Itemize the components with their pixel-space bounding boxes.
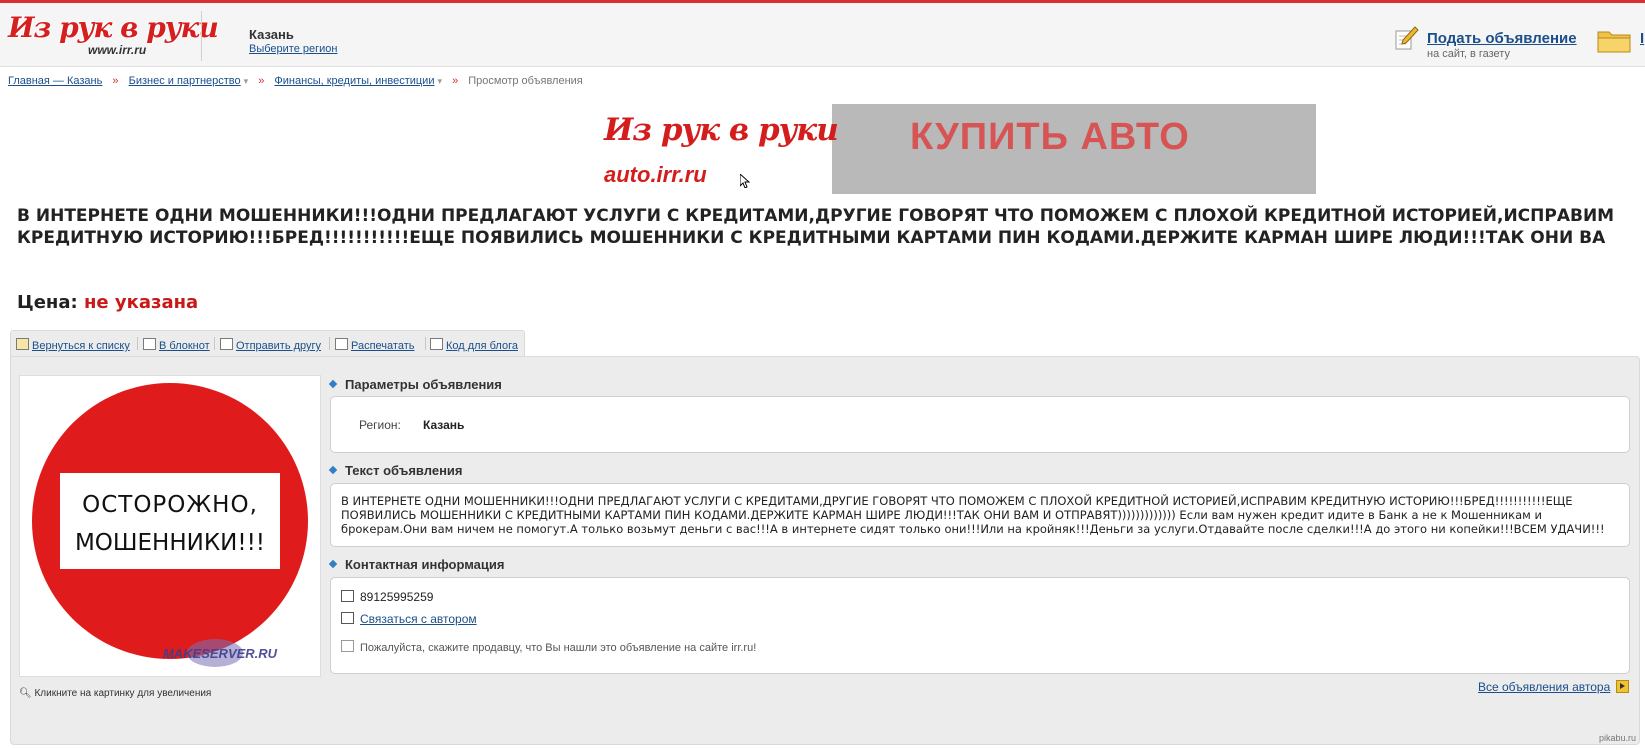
back-to-list-button[interactable]: Вернуться к списку xyxy=(16,338,130,352)
enlarge-hint-text: Кликните на картинку для увеличения xyxy=(34,688,212,699)
params-heading: Параметры объявления xyxy=(328,377,502,392)
breadcrumb-business[interactable]: Бизнес и партнерство xyxy=(129,75,241,87)
add-to-notebook-link[interactable]: В блокнот xyxy=(159,340,210,352)
header-divider xyxy=(201,11,202,61)
contact-author-link[interactable]: Связаться с автором xyxy=(360,612,477,626)
notice-row: Пожалуйста, скажите продавцу, что Вы наш… xyxy=(341,640,756,654)
phone-row: 89125995259 xyxy=(341,590,433,604)
plus-icon xyxy=(341,612,354,624)
site-logo[interactable]: Из рук в руки www.irr.ru xyxy=(8,11,219,59)
watermark-text: MAKESERVER.RU xyxy=(163,646,278,661)
price-label: Цена: xyxy=(17,292,78,313)
contact-heading: Контактная информация xyxy=(328,557,504,572)
price-value: не указана xyxy=(83,292,199,313)
toolbar-divider xyxy=(425,337,426,350)
submit-ad-link[interactable]: Подать объявление xyxy=(1427,30,1577,47)
choose-region-link[interactable]: Выберите регион xyxy=(249,43,337,55)
submit-ad-subtitle: на сайт, в газету xyxy=(1427,48,1510,60)
price-row: Цена: не указана xyxy=(17,292,198,313)
warning-sign-image: ОСТОРОЖНО, МОШЕННИКИ!!! MAKESERVER.RU xyxy=(32,383,308,667)
phone-number: 89125995259 xyxy=(360,590,434,604)
lightbulb-icon xyxy=(341,640,354,652)
all-author-ads-link[interactable]: Все объявления автора xyxy=(1478,680,1610,694)
sign-line-2: МОШЕННИКИ!!! xyxy=(75,530,265,556)
blog-code-link[interactable]: Код для блога xyxy=(446,340,518,352)
region-value: Казань xyxy=(423,418,465,432)
submit-ad-block: Подать объявление на сайт, в газету xyxy=(1393,25,1593,65)
print-button[interactable]: Распечатать xyxy=(335,338,414,352)
logo-text: Из рук в руки xyxy=(8,11,219,44)
breadcrumb: Главная — Казань » Бизнес и партнерство ▾… xyxy=(8,75,583,87)
pikabu-watermark: pikabu.ru xyxy=(1599,733,1637,743)
enlarge-hint[interactable]: 🔍︎ Кликните на картинку для увеличения xyxy=(19,688,211,699)
sign-line-1: ОСТОРОЖНО, xyxy=(82,492,258,518)
pencil-icon xyxy=(1395,26,1419,50)
add-to-notebook-button[interactable]: В блокнот xyxy=(143,338,210,352)
ad-body-text: В ИНТЕРНЕТЕ ОДНИ МОШЕННИКИ!!!ОДНИ ПРЕДЛА… xyxy=(341,494,1605,536)
toolbar-divider xyxy=(137,337,138,350)
breadcrumb-separator: » xyxy=(112,75,119,87)
contact-author-row[interactable]: Связаться с автором xyxy=(341,612,477,626)
banner-url: auto.irr.ru xyxy=(604,162,707,187)
banner-logo: Из рук в руки xyxy=(604,112,839,148)
arrow-right-icon[interactable] xyxy=(1616,680,1630,693)
breadcrumb-home[interactable]: Главная — Казань xyxy=(8,75,102,87)
params-box: Регион: Казань xyxy=(330,396,1630,453)
chevron-down-icon[interactable]: ▾ xyxy=(244,76,249,86)
breadcrumb-finance[interactable]: Финансы, кредиты, инвестиции xyxy=(274,75,434,87)
diamond-icon xyxy=(328,465,338,475)
magnifier-icon: 🔍︎ xyxy=(19,688,32,699)
back-icon xyxy=(16,338,29,350)
ad-photo[interactable]: ОСТОРОЖНО, МОШЕННИКИ!!! MAKESERVER.RU xyxy=(19,375,321,677)
region-label: Регион: xyxy=(359,418,401,432)
code-icon xyxy=(430,338,443,350)
breadcrumb-current: Просмотр объявления xyxy=(468,75,583,87)
site-header: Из рук в руки www.irr.ru Казань Выберите… xyxy=(0,3,1645,67)
printer-icon xyxy=(335,338,348,350)
folder-link[interactable]: I xyxy=(1640,30,1644,47)
mouse-cursor-icon xyxy=(740,174,750,188)
phone-icon xyxy=(341,590,354,602)
send-to-friend-button[interactable]: Отправить другу xyxy=(220,338,321,352)
diamond-icon xyxy=(328,379,338,389)
ad-title: В ИНТЕРНЕТЕ ОДНИ МОШЕННИКИ!!!ОДНИ ПРЕДЛА… xyxy=(17,206,1615,248)
toolbar-divider xyxy=(329,337,330,350)
logo-url: www.irr.ru xyxy=(88,43,147,57)
ad-toolbar: Вернуться к списку В блокнот Отправить д… xyxy=(10,330,525,356)
breadcrumb-separator: » xyxy=(258,75,265,87)
ad-text-heading: Текст объявления xyxy=(328,463,463,478)
toolbar-divider xyxy=(214,337,215,350)
ad-banner[interactable]: Из рук в руки auto.irr.ru КУПИТЬ АВТО xyxy=(592,104,1316,194)
folder-icon[interactable] xyxy=(1597,27,1631,53)
diamond-icon xyxy=(328,559,338,569)
print-link[interactable]: Распечатать xyxy=(351,340,414,352)
breadcrumb-separator: » xyxy=(452,75,459,87)
current-city: Казань xyxy=(249,27,294,42)
banner-title: КУПИТЬ АВТО xyxy=(910,116,1190,158)
chevron-down-icon[interactable]: ▾ xyxy=(437,76,442,86)
envelope-icon xyxy=(220,338,233,350)
all-author-ads[interactable]: Все объявления автора xyxy=(1478,680,1630,694)
back-to-list-link[interactable]: Вернуться к списку xyxy=(32,340,130,352)
ad-text-box: В ИНТЕРНЕТЕ ОДНИ МОШЕННИКИ!!!ОДНИ ПРЕДЛА… xyxy=(330,483,1630,547)
notebook-icon xyxy=(143,338,156,350)
blog-code-button[interactable]: Код для блога xyxy=(430,338,518,352)
contact-box: 89125995259 Связаться с автором Пожалуйс… xyxy=(330,577,1630,674)
send-to-friend-link[interactable]: Отправить другу xyxy=(236,340,321,352)
notice-text: Пожалуйста, скажите продавцу, что Вы наш… xyxy=(360,642,757,654)
banner-logo-area: Из рук в руки auto.irr.ru xyxy=(592,104,839,194)
